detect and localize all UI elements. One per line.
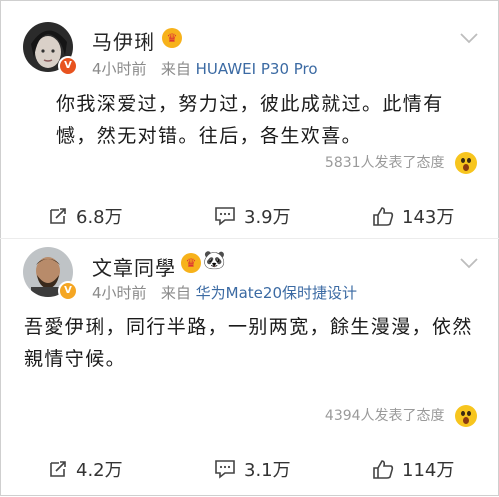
repost-icon <box>50 208 66 224</box>
like-button[interactable]: 114万 <box>372 456 454 482</box>
surprised-emoji-icon <box>455 405 477 427</box>
like-count: 143万 <box>402 207 455 228</box>
comment-icon <box>215 207 235 226</box>
verified-badge: V <box>58 56 78 76</box>
weibo-post-1: V 马伊琍 ♛ 4小时前 来自 HUAWEI P30 Pro 你我深爱过，努力过… <box>0 0 499 238</box>
crown-emoji-icon: ♛ <box>181 253 201 273</box>
surprised-emoji-icon <box>455 152 477 174</box>
comment-icon <box>215 460 235 479</box>
post-source[interactable]: 华为Mate20保时捷设计 <box>196 284 357 302</box>
post-source[interactable]: HUAWEI P30 Pro <box>196 60 318 78</box>
repost-count: 6.8万 <box>76 207 123 228</box>
like-count: 114万 <box>402 460 455 481</box>
like-button[interactable]: 143万 <box>372 203 454 229</box>
chevron-down-icon[interactable] <box>459 257 479 269</box>
reaction-summary[interactable]: 5831人发表了态度 <box>325 152 477 174</box>
post-time: 4小时前 <box>92 60 147 78</box>
crown-emoji-icon: ♛ <box>162 28 182 48</box>
reaction-text: 5831人发表了态度 <box>324 155 445 171</box>
repost-count: 4.2万 <box>76 460 123 481</box>
post-content: 吾愛伊琍，同行半路，一别两宽，餘生漫漫，依然 親情守候。 <box>24 311 473 375</box>
post-meta: 4小时前 来自 华为Mate20保时捷设计 <box>92 282 357 303</box>
source-prefix: 来自 <box>160 284 191 302</box>
repost-button[interactable]: 4.2万 <box>48 456 123 482</box>
panda-icon: 🐼 <box>203 250 226 271</box>
author-name[interactable]: 文章同學 <box>92 252 176 281</box>
weibo-post-2: V 文章同學 ♛ 🐼 4小时前 来自 华为Mate20保时捷设计 吾愛伊琍，同行… <box>0 238 499 497</box>
post-time: 4小时前 <box>92 284 147 302</box>
comment-button[interactable]: 3.9万 <box>214 203 291 229</box>
repost-icon <box>50 461 66 477</box>
like-icon <box>373 206 394 226</box>
reaction-text: 4394人发表了态度 <box>324 408 445 424</box>
action-bar: 4.2万 3.1万 114万 <box>0 456 499 482</box>
chevron-down-icon[interactable] <box>459 32 479 44</box>
reaction-summary[interactable]: 4394人发表了态度 <box>325 405 477 427</box>
verified-badge: V <box>58 281 78 301</box>
comment-button[interactable]: 3.1万 <box>214 456 291 482</box>
repost-button[interactable]: 6.8万 <box>48 203 123 229</box>
comment-count: 3.1万 <box>244 460 291 481</box>
action-bar: 6.8万 3.9万 143万 <box>0 203 499 229</box>
like-icon <box>373 459 394 479</box>
content-line: 憾，然无对错。往后，各生欢喜。 <box>56 125 363 147</box>
post-content: 你我深爱过，努力过，彼此成就过。此情有 憾，然无对错。往后，各生欢喜。 <box>56 88 444 152</box>
source-prefix: 来自 <box>160 60 191 78</box>
content-line: 吾愛伊琍，同行半路，一别两宽，餘生漫漫，依然 <box>24 316 473 338</box>
author-name[interactable]: 马伊琍 <box>92 26 155 55</box>
post-meta: 4小时前 来自 HUAWEI P30 Pro <box>92 58 318 79</box>
content-line: 你我深爱过，努力过，彼此成就过。此情有 <box>56 93 444 115</box>
content-line: 親情守候。 <box>24 348 127 370</box>
comment-count: 3.9万 <box>244 207 291 228</box>
